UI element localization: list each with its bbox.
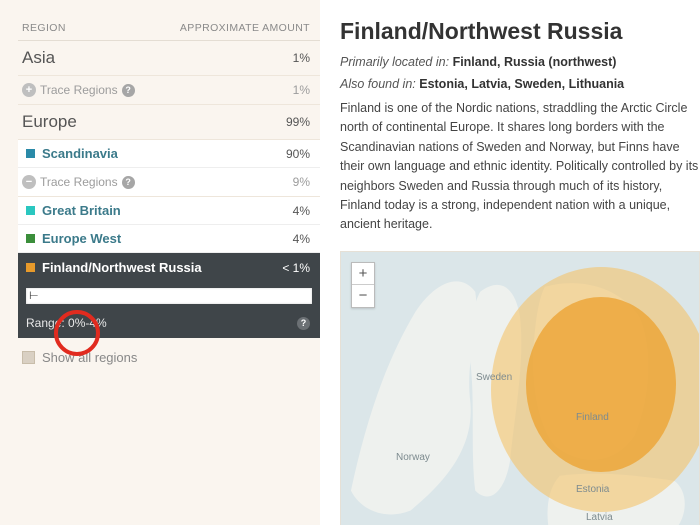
show-all-toggle[interactable]: Show all regions — [18, 338, 320, 377]
range-marker: ⊢ — [29, 289, 39, 303]
description: Finland is one of the Nordic nations, st… — [340, 99, 700, 235]
color-chip — [26, 234, 35, 243]
map-label-norway: Norway — [396, 452, 430, 463]
continent-amount: 1% — [293, 51, 310, 65]
table-header: REGION APPROXIMATE AMOUNT — [18, 18, 320, 41]
color-chip — [26, 149, 35, 158]
trace-row-europe[interactable]: − Trace Regions ? 9% — [18, 168, 320, 197]
help-icon[interactable]: ? — [297, 317, 310, 330]
also-found-in: Also found in: Estonia, Latvia, Sweden, … — [340, 77, 700, 91]
located-label: Primarily located in: — [340, 55, 449, 69]
continent-label: Asia — [22, 48, 55, 68]
located-value: Finland, Russia (northwest) — [453, 55, 617, 69]
checkbox[interactable] — [22, 351, 35, 364]
range-track: ⊢ — [26, 288, 312, 304]
range-text: Range: 0%-4% — [26, 316, 107, 330]
trace-row-asia[interactable]: + Trace Regions ? 1% — [18, 76, 320, 105]
continent-row-asia[interactable]: Asia 1% — [18, 41, 320, 76]
page-title: Finland/Northwest Russia — [340, 18, 700, 45]
help-icon[interactable]: ? — [122, 176, 135, 189]
col-region: REGION — [22, 22, 66, 34]
found-label: Also found in: — [340, 77, 416, 91]
map[interactable]: Norway Sweden Finland Estonia Latvia + − — [340, 251, 700, 525]
color-chip — [26, 206, 35, 215]
region-amount: 90% — [286, 147, 310, 161]
trace-amount: 1% — [293, 83, 310, 97]
map-label-finland: Finland — [576, 412, 609, 423]
help-icon[interactable]: ? — [122, 84, 135, 97]
detail-panel: Finland/Northwest Russia Primarily locat… — [320, 0, 700, 525]
expand-icon[interactable]: + — [22, 83, 36, 97]
trace-label: Trace Regions — [40, 83, 118, 97]
region-label: Europe West — [42, 231, 121, 246]
zoom-in-button[interactable]: + — [352, 263, 374, 285]
col-amount: APPROXIMATE AMOUNT — [180, 22, 310, 34]
region-amount: 4% — [293, 232, 310, 246]
continent-amount: 99% — [286, 115, 310, 129]
map-label-estonia: Estonia — [576, 484, 609, 495]
trace-amount: 9% — [293, 175, 310, 189]
region-label: Great Britain — [42, 203, 121, 218]
found-value: Estonia, Latvia, Sweden, Lithuania — [419, 77, 624, 91]
region-label: Finland/Northwest Russia — [42, 260, 202, 275]
zoom-out-button[interactable]: − — [352, 285, 374, 307]
color-chip — [26, 263, 35, 272]
region-row-europe-west[interactable]: Europe West 4% — [18, 225, 320, 253]
continent-label: Europe — [22, 112, 77, 132]
region-amount: 4% — [293, 204, 310, 218]
continent-row-europe[interactable]: Europe 99% — [18, 105, 320, 140]
collapse-icon[interactable]: − — [22, 175, 36, 189]
region-blob-inner — [526, 297, 676, 472]
map-label-sweden: Sweden — [476, 372, 512, 383]
map-label-latvia: Latvia — [586, 512, 613, 523]
region-amount: < 1% — [282, 261, 310, 275]
region-row-scandinavia[interactable]: Scandinavia 90% — [18, 140, 320, 168]
trace-label: Trace Regions — [40, 175, 118, 189]
region-row-great-britain[interactable]: Great Britain 4% — [18, 197, 320, 225]
located-in: Primarily located in: Finland, Russia (n… — [340, 55, 700, 69]
region-row-finland-selected[interactable]: Finland/Northwest Russia < 1% — [18, 253, 320, 282]
range-row: Range: 0%-4% ? — [18, 310, 320, 338]
region-label: Scandinavia — [42, 146, 118, 161]
ethnicity-panel: REGION APPROXIMATE AMOUNT Asia 1% + Trac… — [0, 0, 320, 525]
range-bar: ⊢ — [18, 282, 320, 310]
show-all-label: Show all regions — [42, 350, 137, 365]
zoom-control: + − — [351, 262, 375, 308]
